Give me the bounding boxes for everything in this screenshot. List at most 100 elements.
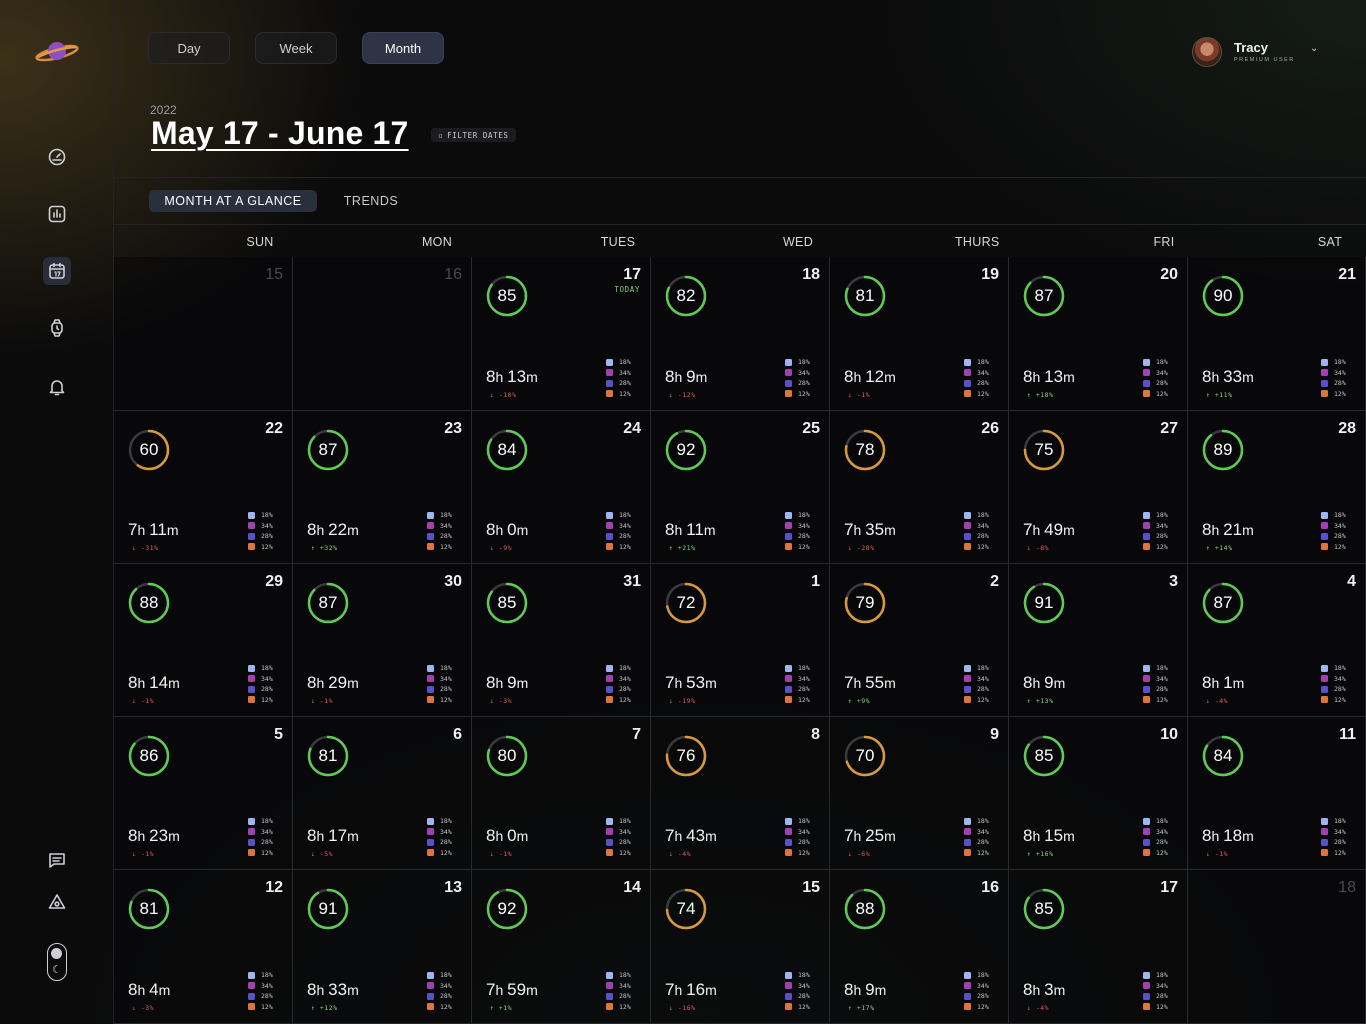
sleep-score-ring: 79 xyxy=(843,581,887,625)
sleep-stage-legend: 18% 34% 28% 12% xyxy=(1143,357,1173,399)
nav-calendar[interactable] xyxy=(43,257,71,285)
calendar-day[interactable]: 30 87 8h 29m ↓ -1% 18% 34% 28% 12% xyxy=(293,564,472,717)
day-number: 26 xyxy=(981,420,999,437)
calendar-day[interactable]: 17 85 8h 3m ↓ -4% 18% 34% 28% 12% xyxy=(1009,870,1188,1024)
calendar-day[interactable]: 1 72 7h 53m ↓ -19% 18% 34% 28% 12% xyxy=(651,564,830,717)
legend-swatch xyxy=(248,971,255,979)
legend-row: 12% xyxy=(785,542,815,553)
legend-swatch xyxy=(964,971,971,979)
calendar-day[interactable]: 15 74 7h 16m ↓ -16% 18% 34% 28% 12% xyxy=(651,870,830,1024)
sleep-change: ↓ -12% xyxy=(669,391,696,399)
sleep-duration: 8h 22m xyxy=(307,520,359,539)
minutes: 23 xyxy=(149,826,169,845)
calendar-day-today[interactable]: 17 TODAY 85 8h 13m ↓ -10% 18% 34% 28% 12% xyxy=(472,257,651,411)
sleep-score: 84 xyxy=(1213,746,1233,765)
legend-swatch xyxy=(1321,828,1328,836)
sleep-score-ring: 81 xyxy=(306,734,350,778)
sleep-stage-legend: 18% 34% 28% 12% xyxy=(248,816,278,858)
view-month-button[interactable]: Month xyxy=(362,32,444,64)
nav-alerts[interactable] xyxy=(43,888,71,916)
calendar-day[interactable]: 20 87 8h 13m ↑ +18% 18% 34% 28% 12% xyxy=(1009,257,1188,411)
calendar-day[interactable]: 22 60 7h 11m ↓ -31% 18% 34% 28% 12% xyxy=(114,411,293,564)
sleep-score-ring: 87 xyxy=(1022,274,1066,318)
calendar-day[interactable]: 24 84 8h 0m ↓ -9% 18% 34% 28% 12% xyxy=(472,411,651,564)
legend-row: 18% xyxy=(248,510,278,521)
day-number: 1 xyxy=(811,573,820,590)
calendar-day[interactable]: 27 75 7h 49m ↓ -8% 18% 34% 28% 12% xyxy=(1009,411,1188,564)
view-week-button[interactable]: Week xyxy=(255,32,337,64)
calendar-day[interactable]: 16 88 8h 9m ↑ +17% 18% 34% 28% 12% xyxy=(830,870,1009,1024)
calendar-day[interactable]: 8 76 7h 43m ↓ -4% 18% 34% 28% 12% xyxy=(651,717,830,870)
calendar-day[interactable]: 28 89 8h 21m ↑ +14% 18% 34% 28% 12% xyxy=(1188,411,1366,564)
calendar-day[interactable]: 29 88 8h 14m ↓ -1% 18% 34% 28% 12% xyxy=(114,564,293,717)
legend-swatch xyxy=(606,817,613,825)
calendar-day[interactable]: 12 81 8h 4m ↓ -3% 18% 34% 28% 12% xyxy=(114,870,293,1024)
legend-value: 12% xyxy=(1334,542,1346,551)
sleep-change: ↓ -1% xyxy=(132,697,155,705)
legend-row: 18% xyxy=(785,816,815,827)
sleep-change: ↓ -1% xyxy=(311,697,334,705)
chevron-down-icon[interactable]: ⌄ xyxy=(1310,43,1318,54)
legend-row: 28% xyxy=(606,991,636,1002)
legend-swatch xyxy=(1143,696,1150,704)
calendar-day[interactable]: 21 90 8h 33m ↑ +11% 18% 34% 28% 12% xyxy=(1188,257,1366,411)
calendar-day[interactable]: 26 78 7h 35m ↓ -28% 18% 34% 28% 12% xyxy=(830,411,1009,564)
calendar-day[interactable]: 10 85 8h 15m ↑ +16% 18% 34% 28% 12% xyxy=(1009,717,1188,870)
sleep-change: ↓ -4% xyxy=(1206,697,1229,705)
nav-stats[interactable] xyxy=(43,200,71,228)
calendar-day[interactable]: 5 86 8h 23m ↓ -1% 18% 34% 28% 12% xyxy=(114,717,293,870)
legend-value: 18% xyxy=(440,511,452,520)
nav-messages[interactable] xyxy=(43,846,71,874)
calendar-day[interactable]: 7 80 8h 0m ↓ -1% 18% 34% 28% 12% xyxy=(472,717,651,870)
sleep-score-ring: 85 xyxy=(1022,734,1066,778)
legend-value: 12% xyxy=(261,695,273,704)
calendar-day[interactable]: 25 92 8h 11m ↑ +21% 18% 34% 28% 12% xyxy=(651,411,830,564)
calendar-day[interactable]: 18 82 8h 9m ↓ -12% 18% 34% 28% 12% xyxy=(651,257,830,411)
sleep-stage-legend: 18% 34% 28% 12% xyxy=(427,970,457,1012)
legend-value: 18% xyxy=(1334,817,1346,826)
legend-swatch xyxy=(964,511,971,519)
calendar-day[interactable]: 14 92 7h 59m ↑ +1% 18% 34% 28% 12% xyxy=(472,870,651,1024)
calendar-day[interactable]: 13 91 8h 33m ↑ +12% 18% 34% 28% 12% xyxy=(293,870,472,1024)
legend-swatch xyxy=(427,817,434,825)
weekday-thurs: THURS xyxy=(955,235,1000,249)
sleep-change: ↓ -1% xyxy=(848,391,871,399)
tab-trends[interactable]: TRENDS xyxy=(336,190,406,212)
legend-swatch xyxy=(427,696,434,704)
calendar-day[interactable]: 6 81 8h 17m ↓ -5% 18% 34% 28% 12% xyxy=(293,717,472,870)
nav-notifications[interactable] xyxy=(43,373,71,401)
legend-swatch xyxy=(606,849,613,857)
sleep-duration: 8h 21m xyxy=(1202,520,1254,539)
theme-toggle[interactable]: ☾ xyxy=(47,943,67,981)
legend-row: 18% xyxy=(248,970,278,981)
calendar-day[interactable]: 2 79 7h 55m ↑ +9% 18% 34% 28% 12% xyxy=(830,564,1009,717)
view-day-button[interactable]: Day xyxy=(148,32,230,64)
legend-swatch xyxy=(606,696,613,704)
legend-swatch xyxy=(248,675,255,683)
legend-row: 18% xyxy=(606,510,636,521)
calendar-day[interactable]: 4 87 8h 1m ↓ -4% 18% 34% 28% 12% xyxy=(1188,564,1366,717)
legend-value: 28% xyxy=(619,379,631,388)
day-number: 30 xyxy=(444,573,462,590)
tab-month-at-a-glance[interactable]: MONTH AT A GLANCE xyxy=(149,190,317,212)
legend-swatch xyxy=(785,817,792,825)
legend-value: 18% xyxy=(1334,358,1346,367)
calendar-day[interactable]: 9 70 7h 25m ↓ -6% 18% 34% 28% 12% xyxy=(830,717,1009,870)
sleep-stage-legend: 18% 34% 28% 12% xyxy=(248,510,278,552)
calendar-day[interactable]: 19 81 8h 12m ↓ -1% 18% 34% 28% 12% xyxy=(830,257,1009,411)
filter-dates-button[interactable]: ▫ FILTER DATES xyxy=(431,128,516,142)
legend-value: 12% xyxy=(1156,848,1168,857)
nav-dashboard[interactable] xyxy=(43,143,71,171)
sleep-stage-legend: 18% 34% 28% 12% xyxy=(1143,816,1173,858)
logo-planet-icon[interactable] xyxy=(35,38,79,66)
legend-value: 12% xyxy=(1156,1002,1168,1011)
nav-watch[interactable] xyxy=(43,314,71,342)
legend-value: 28% xyxy=(798,838,810,847)
calendar-day[interactable]: 3 91 8h 9m ↑ +13% 18% 34% 28% 12% xyxy=(1009,564,1188,717)
calendar-day[interactable]: 23 87 8h 22m ↑ +32% 18% 34% 28% 12% xyxy=(293,411,472,564)
calendar-day[interactable]: 11 84 8h 18m ↓ -1% 18% 34% 28% 12% xyxy=(1188,717,1366,870)
legend-value: 28% xyxy=(1156,379,1168,388)
legend-swatch xyxy=(248,685,255,693)
calendar-day[interactable]: 31 85 8h 9m ↓ -3% 18% 34% 28% 12% xyxy=(472,564,651,717)
user-menu[interactable]: Tracy PREMIUM USER ⌄ xyxy=(1192,37,1332,69)
